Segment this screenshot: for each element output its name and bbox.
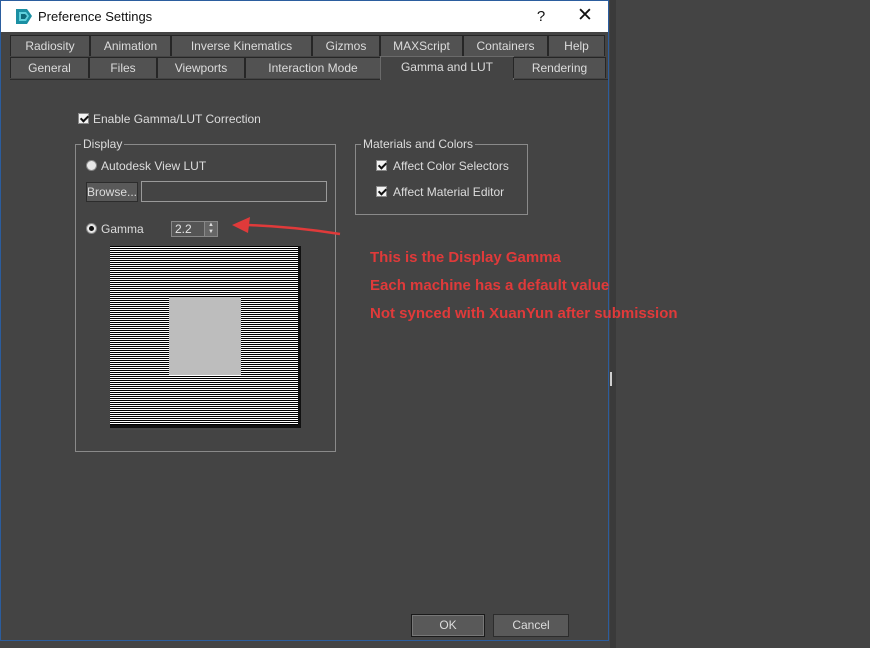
tab-files[interactable]: Files [89,57,157,78]
lut-path-field[interactable] [141,181,327,202]
tab-separator [10,79,608,80]
help-button[interactable]: ? [521,1,561,32]
tab-containers[interactable]: Containers [463,35,548,56]
cancel-button[interactable]: Cancel [493,614,569,637]
tab-general[interactable]: General [10,57,89,78]
affect-color-selectors-checkbox[interactable] [376,160,387,171]
tab-gizmos[interactable]: Gizmos [312,35,380,56]
materials-and-colors-group [355,144,528,215]
gamma-test-pattern [110,246,301,428]
tab-help[interactable]: Help [548,35,605,56]
affect-color-selectors-label: Affect Color Selectors [393,159,509,173]
tab-inverse-kinematics[interactable]: Inverse Kinematics [171,35,312,56]
window-title: Preference Settings [38,9,153,24]
tab-maxscript[interactable]: MAXScript [380,35,463,56]
gamma-value[interactable]: 2.2 [175,222,192,237]
autodesk-view-lut-label: Autodesk View LUT [101,159,207,173]
3ds-max-logo-icon [16,9,32,24]
affect-material-editor-label: Affect Material Editor [393,185,505,199]
materials-and-colors-title: Materials and Colors [361,137,476,151]
autodesk-view-lut-radio[interactable] [86,160,97,171]
tab-interaction-mode[interactable]: Interaction Mode [245,57,381,78]
enable-gamma-lut-label: Enable Gamma/LUT Correction [93,112,261,126]
gamma-label: Gamma [101,222,144,236]
annotation-line-2: Each machine has a default value [370,277,610,294]
tab-viewports[interactable]: Viewports [157,57,245,78]
close-icon: ✕ [577,5,593,26]
close-button[interactable]: ✕ [563,1,607,32]
spinner-arrows-icon[interactable]: ▲ ▼ [204,222,217,236]
enable-gamma-lut-checkbox[interactable] [78,113,89,124]
display-group-title: Display [81,137,125,151]
title-bar[interactable]: Preference Settings ? ✕ [1,1,608,32]
tab-rendering[interactable]: Rendering [513,57,606,78]
gamma-radio[interactable] [86,223,97,234]
gamma-value-spinner[interactable]: 2.2 ▲ ▼ [171,221,218,237]
tab-animation[interactable]: Animation [90,35,171,56]
browse-button[interactable]: Browse... [86,182,138,202]
tab-radiosity[interactable]: Radiosity [10,35,90,56]
background-viewport-bracket [610,372,618,386]
ok-button[interactable]: OK [411,614,485,637]
question-mark-icon: ? [536,8,546,25]
background-viewport-edge [610,0,616,648]
tab-gamma-and-lut[interactable]: Gamma and LUT [380,56,514,80]
annotation-line-3: Not synced with XuanYun after submission [370,305,678,322]
annotation-line-1: This is the Display Gamma [370,249,561,266]
gamma-test-square [169,297,241,375]
affect-material-editor-checkbox[interactable] [376,186,387,197]
red-annotation-arrow [232,217,341,236]
